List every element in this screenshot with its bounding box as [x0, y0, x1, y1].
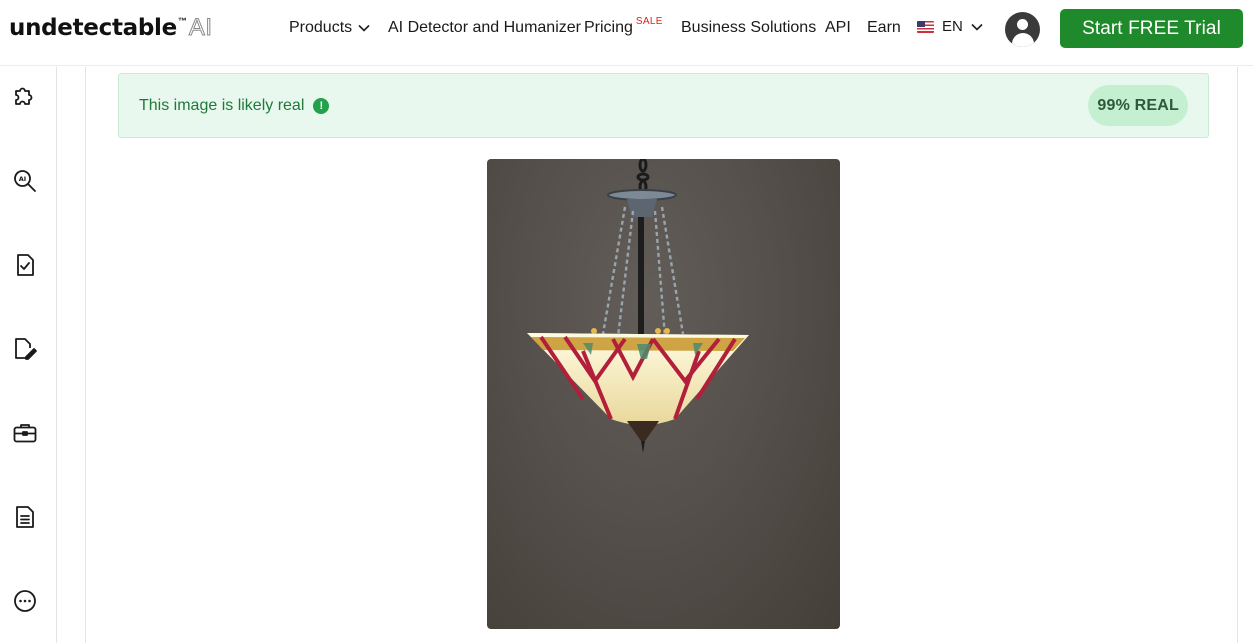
logo-ai-suffix: AI: [188, 14, 213, 42]
nav-api[interactable]: API: [825, 19, 851, 37]
puzzle-icon[interactable]: [12, 84, 38, 110]
user-avatar-icon[interactable]: [1005, 12, 1040, 47]
chevron-down-icon: [358, 24, 370, 32]
nav-products-label: Products: [289, 19, 353, 36]
result-message: This image is likely real !: [139, 97, 330, 115]
chevron-down-icon: [971, 23, 983, 31]
info-icon[interactable]: !: [313, 98, 330, 114]
briefcase-icon[interactable]: [12, 420, 38, 446]
top-header: undetectable ™ AI Products AI Detector a…: [0, 0, 1253, 66]
logo-text: undetectable: [9, 15, 177, 41]
nav-business-solutions[interactable]: Business Solutions: [681, 19, 816, 37]
sidebar: AI: [0, 67, 57, 643]
result-banner: This image is likely real ! 99% REAL: [118, 73, 1209, 138]
us-flag-icon: [917, 20, 934, 33]
start-free-trial-button[interactable]: Start FREE Trial: [1060, 9, 1243, 48]
document-lines-icon[interactable]: [12, 504, 38, 530]
document-edit-icon[interactable]: [12, 336, 38, 362]
document-check-icon[interactable]: [12, 252, 38, 278]
logo[interactable]: undetectable ™ AI: [9, 14, 213, 42]
ai-search-icon[interactable]: AI: [12, 168, 38, 194]
logo-trademark: ™: [177, 16, 187, 26]
result-message-text: This image is likely real: [139, 97, 305, 114]
sale-badge: SALE: [635, 16, 663, 27]
nav-pricing[interactable]: Pricing SALE: [584, 16, 663, 37]
nav-earn[interactable]: Earn: [867, 19, 901, 37]
nav-pricing-label: Pricing: [584, 19, 633, 36]
svg-text:AI: AI: [19, 175, 26, 183]
more-icon[interactable]: [12, 588, 38, 614]
nav-products[interactable]: Products: [289, 19, 370, 37]
analyzed-image: [487, 159, 840, 629]
language-selector[interactable]: EN: [917, 18, 983, 35]
pendant-lamp-photo: [527, 159, 749, 453]
score-badge: 99% REAL: [1088, 85, 1188, 126]
nav-ai-detector[interactable]: AI Detector and Humanizer: [388, 19, 581, 37]
language-label: EN: [942, 18, 963, 35]
